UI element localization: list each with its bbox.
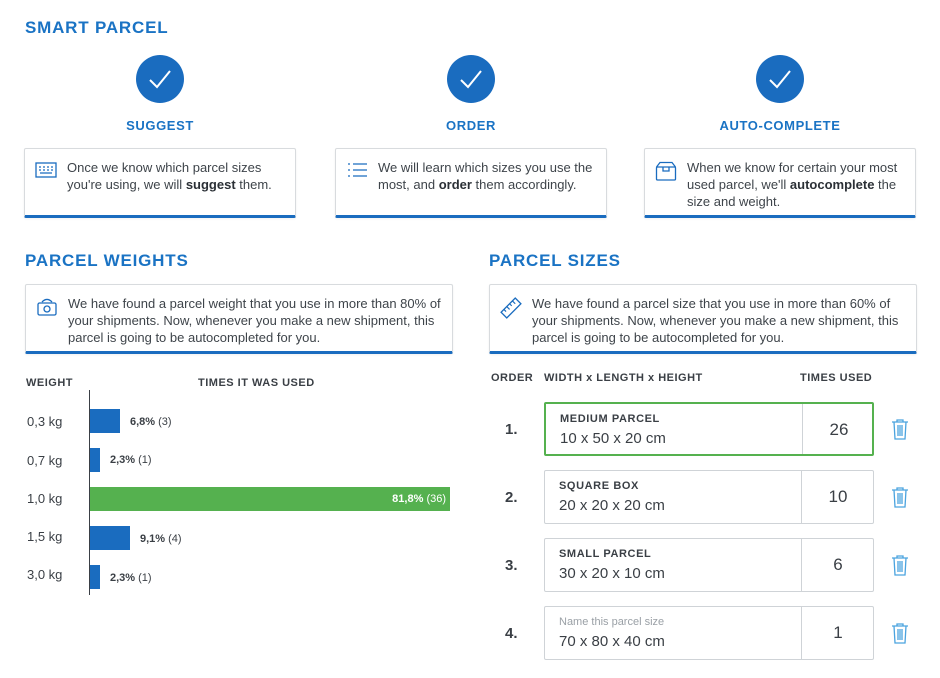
parcel-name-field[interactable]: SQUARE BOX [559,480,639,492]
trash-icon[interactable] [891,418,909,445]
suggest-card-text: Once we know which parcel sizes you're u… [67,160,272,192]
parcel-sizes-info-card: We have found a parcel size that you use… [489,284,917,354]
order-number: 4. [505,625,518,642]
weight-label: 3,0 kg [27,567,63,582]
weight-bar [90,565,100,589]
times-used-value: 6 [833,555,843,574]
parcel-name-field[interactable]: Name this parcel size [559,616,664,628]
box-icon [655,161,677,185]
weight-column-header: WEIGHT [26,377,73,389]
parcel-dimensions: 30 x 20 x 10 cm [559,565,665,582]
suggest-card: Once we know which parcel sizes you're u… [24,148,296,218]
list-icon [346,161,368,183]
smart-parcel-title: SMART PARCEL [25,18,169,37]
order-card-text: We will learn which sizes you use the mo… [378,160,593,192]
order-number: 2. [505,489,518,506]
times-used-value: 1 [833,623,843,642]
order-column-header: ORDER [491,372,534,384]
weight-bar [90,409,120,433]
parcel-size-row[interactable]: Name this parcel size 70 x 80 x 40 cm 1 [544,606,874,660]
trash-icon[interactable] [891,554,909,581]
parcel-name-field[interactable]: MEDIUM PARCEL [560,413,660,425]
weight-label: 1,0 kg [27,491,63,506]
weight-label: 0,3 kg [27,414,63,429]
parcel-weights-info-text: We have found a parcel weight that you u… [68,296,441,345]
check-icon [447,55,495,103]
parcel-dimensions: 20 x 20 x 20 cm [559,497,665,514]
parcel-sizes-info-text: We have found a parcel size that you use… [532,296,899,345]
auto-complete-card: When we know for certain your most used … [644,148,916,218]
check-icon [136,55,184,103]
parcel-size-row[interactable]: SMALL PARCEL 30 x 20 x 10 cm 6 [544,538,874,592]
bar-value-label: 2,3% (1) [110,572,152,584]
trash-icon[interactable] [891,622,909,649]
parcel-name-field[interactable]: SMALL PARCEL [559,548,651,560]
bar-value-label: 2,3% (1) [110,454,152,466]
order-number: 3. [505,557,518,574]
trash-icon[interactable] [891,486,909,513]
order-number: 1. [505,421,518,438]
weight-bar [90,526,130,550]
parcel-size-row[interactable]: MEDIUM PARCEL 10 x 50 x 20 cm 26 [544,402,874,456]
ruler-icon [500,297,522,323]
parcel-dimensions: 10 x 50 x 20 cm [560,430,666,447]
keyboard-icon [35,161,57,183]
parcel-weights-info-card: We have found a parcel weight that you u… [25,284,453,354]
parcel-dimensions: 70 x 80 x 40 cm [559,633,665,650]
times-used-value: 26 [829,420,849,439]
auto-complete-card-text: When we know for certain your most used … [687,160,898,209]
order-card: We will learn which sizes you use the mo… [335,148,607,218]
weight-label: 0,7 kg [27,453,63,468]
parcel-size-row[interactable]: SQUARE BOX 20 x 20 x 20 cm 10 [544,470,874,524]
step-title-order: ORDER [446,118,496,133]
times-used-value: 10 [828,487,848,506]
bar-value-label: 9,1% (4) [140,533,182,545]
step-title-auto-complete: AUTO-COMPLETE [719,118,841,133]
check-icon [756,55,804,103]
weight-bar [90,448,100,472]
step-title-suggest: SUGGEST [126,118,194,133]
dimensions-column-header: WIDTH x LENGTH x HEIGHT [544,372,703,384]
bar-value-label: 81,8% (36) [392,493,446,505]
bar-value-label: 6,8% (3) [130,416,172,428]
times-used-column-header: TIMES IT WAS USED [198,377,315,389]
parcel-weights-title: PARCEL WEIGHTS [25,251,189,270]
scale-icon [36,297,58,321]
weight-label: 1,5 kg [27,529,63,544]
times-used-column-header: TIMES USED [800,372,873,384]
parcel-sizes-title: PARCEL SIZES [489,251,621,270]
